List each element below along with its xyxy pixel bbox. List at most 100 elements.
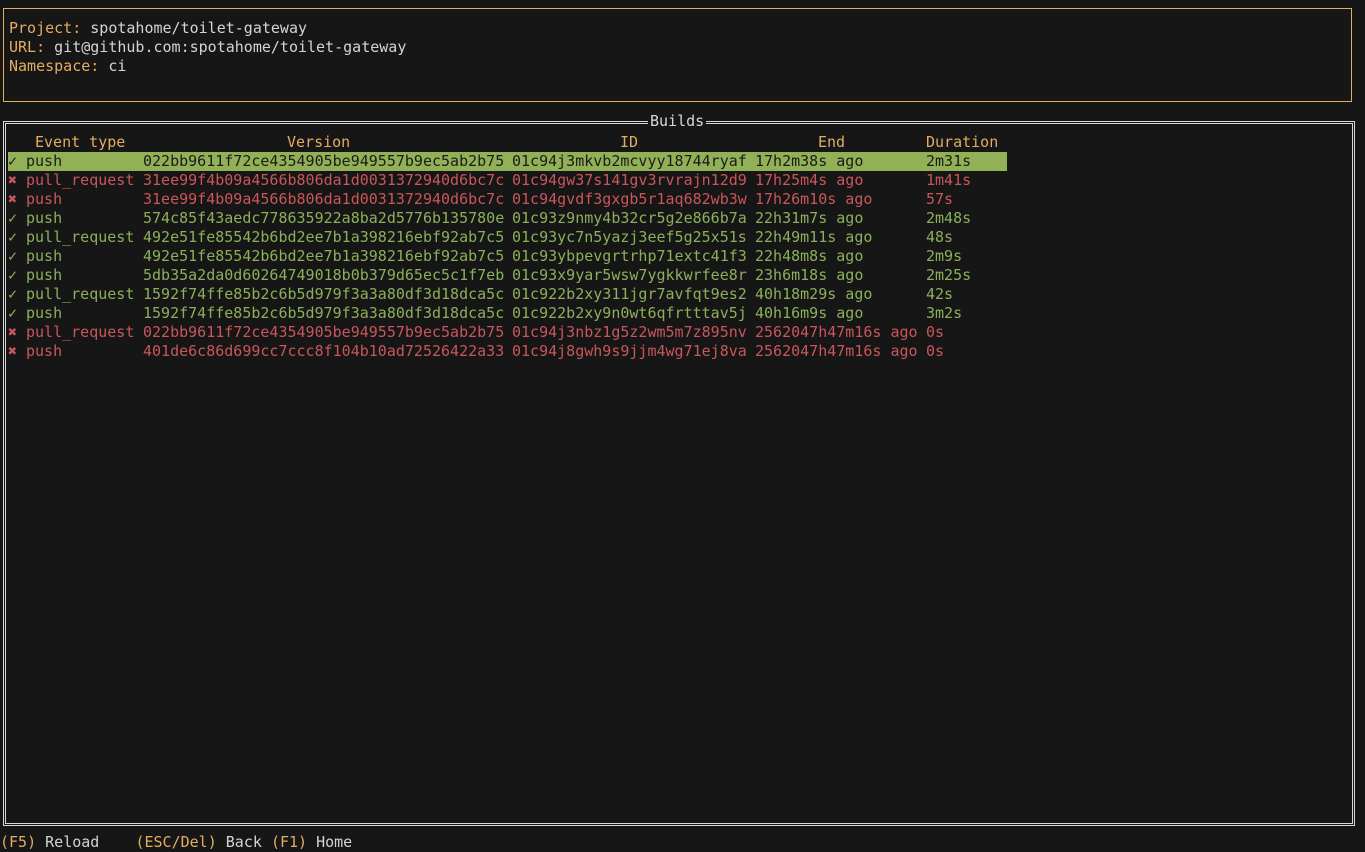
build-id: 01c94gw37s141gv3rvrajn12d9 bbox=[512, 171, 747, 189]
build-event-type: push bbox=[26, 190, 63, 208]
build-end: 17h2m38s ago bbox=[755, 152, 864, 170]
build-version: 1592f74ffe85b2c6b5d979f3a3a80df3d18dca5c bbox=[143, 304, 505, 322]
back-key[interactable]: (ESC/Del) bbox=[135, 833, 216, 851]
build-duration: 2m25s bbox=[926, 266, 972, 284]
build-row[interactable]: ✓ push 1592f74ffe85b2c6b5d979f3a3a80df3d18… bbox=[8, 304, 1007, 323]
build-event-type: push bbox=[26, 247, 63, 265]
build-row[interactable]: ✖ pull_request 31ee99f4b09a4566b806da1d003… bbox=[8, 171, 1007, 190]
build-status-icon: ✓ bbox=[8, 209, 18, 227]
build-event-type: push bbox=[26, 209, 63, 227]
build-event-type: push bbox=[26, 152, 63, 170]
build-event-type: push bbox=[26, 304, 63, 322]
build-version: 022bb9611f72ce4354905be949557b9ec5ab2b75 bbox=[143, 323, 505, 341]
build-row[interactable]: ✓ push 022bb9611f72ce4354905be949557b9ec5a… bbox=[8, 152, 1007, 171]
build-row[interactable]: ✖ pull_request 022bb9611f72ce4354905be9495… bbox=[8, 323, 1007, 342]
build-duration: 57s bbox=[926, 190, 954, 208]
build-id: 01c94j3mkvb2mcvyy18744ryaf bbox=[512, 152, 747, 170]
url-label: URL: bbox=[9, 38, 46, 56]
build-status-icon: ✓ bbox=[8, 285, 18, 303]
build-end: 23h6m18s ago bbox=[755, 266, 864, 284]
build-duration: 42s bbox=[926, 285, 954, 303]
build-event-type: pull_request bbox=[26, 171, 135, 189]
build-row[interactable]: ✓ pull_request 492e51fe85542b6bd2ee7b1a398… bbox=[8, 228, 1007, 247]
header-duration: Duration bbox=[926, 133, 999, 151]
build-duration: 3m2s bbox=[926, 304, 963, 322]
build-row[interactable]: ✖ push 31ee99f4b09a4566b806da1d0031372940d… bbox=[8, 190, 1007, 209]
build-id: 01c93z9nmy4b32cr5g2e866b7a bbox=[512, 209, 747, 227]
url-value: git@github.com:spotahome/toilet-gateway bbox=[54, 38, 407, 56]
build-status-icon: ✖ bbox=[8, 171, 18, 189]
build-status-icon: ✓ bbox=[8, 228, 18, 246]
home-key[interactable]: (F1) bbox=[271, 833, 307, 851]
home-action[interactable]: Home bbox=[316, 833, 352, 851]
project-line: Project: spotahome/toilet-gateway bbox=[9, 19, 307, 38]
build-end: 22h31m7s ago bbox=[755, 209, 864, 227]
build-version: 1592f74ffe85b2c6b5d979f3a3a80df3d18dca5c bbox=[143, 285, 505, 303]
build-row[interactable]: ✓ push 492e51fe85542b6bd2ee7b1a398216ebf92… bbox=[8, 247, 1007, 266]
build-status-icon: ✓ bbox=[8, 152, 18, 170]
build-end: 40h18m29s ago bbox=[755, 285, 873, 303]
build-row[interactable]: ✓ pull_request 1592f74ffe85b2c6b5d979f3a3a… bbox=[8, 285, 1007, 304]
build-end: 2562047h47m16s ago bbox=[755, 323, 918, 341]
reload-action[interactable]: Reload bbox=[45, 833, 99, 851]
build-version: 31ee99f4b09a4566b806da1d0031372940d6bc7c bbox=[143, 171, 505, 189]
build-duration: 48s bbox=[926, 228, 954, 246]
build-version: 492e51fe85542b6bd2ee7b1a398216ebf92ab7c5 bbox=[143, 228, 505, 246]
build-status-icon: ✓ bbox=[8, 247, 18, 265]
build-row[interactable]: ✖ push 401de6c86d699cc7ccc8f104b10ad725264… bbox=[8, 342, 1007, 361]
build-end: 17h25m4s ago bbox=[755, 171, 864, 189]
build-duration: 2m9s bbox=[926, 247, 963, 265]
build-id: 01c94j3nbz1g5z2wm5m7z895nv bbox=[512, 323, 747, 341]
build-status-icon: ✓ bbox=[8, 304, 18, 322]
build-duration: 0s bbox=[926, 323, 945, 341]
header-version: Version bbox=[287, 133, 351, 151]
build-duration: 2m48s bbox=[926, 209, 972, 227]
build-row[interactable]: ✓ push 5db35a2da0d60264749018b0b379d65ec5c… bbox=[8, 266, 1007, 285]
build-id: 01c94gvdf3gxgb5r1aq682wb3w bbox=[512, 190, 747, 208]
build-id: 01c93x9yar5wsw7ygkkwrfee8r bbox=[512, 266, 747, 284]
build-version: 574c85f43aedc778635922a8ba2d5776b135780e bbox=[143, 209, 505, 227]
build-end: 22h49m11s ago bbox=[755, 228, 873, 246]
build-status-icon: ✖ bbox=[8, 190, 18, 208]
back-action[interactable]: Back bbox=[226, 833, 262, 851]
build-event-type: push bbox=[26, 266, 63, 284]
reload-key[interactable]: (F5) bbox=[0, 833, 36, 851]
build-version: 401de6c86d699cc7ccc8f104b10ad72526422a33 bbox=[143, 342, 505, 360]
build-status-icon: ✖ bbox=[8, 342, 18, 360]
build-event-type: push bbox=[26, 342, 63, 360]
build-id: 01c94j8gwh9s9jjm4wg71ej8va bbox=[512, 342, 747, 360]
builds-title: Builds bbox=[648, 112, 707, 131]
namespace-line: Namespace: ci bbox=[9, 57, 126, 76]
build-id: 01c93yc7n5yazj3eef5g25x51s bbox=[512, 228, 747, 246]
header-event-type: Event type bbox=[35, 133, 126, 151]
builds-table-header: Event type Version ID End Duration bbox=[8, 133, 1008, 152]
build-status-icon: ✖ bbox=[8, 323, 18, 341]
build-status-icon: ✓ bbox=[8, 266, 18, 284]
builds-panel: Builds Event type Version ID End Duratio… bbox=[3, 112, 1355, 826]
project-info-panel: Project: spotahome/toilet-gateway URL: g… bbox=[3, 8, 1352, 102]
build-duration: 2m31s bbox=[926, 152, 972, 170]
project-label: Project: bbox=[9, 19, 82, 37]
build-event-type: pull_request bbox=[26, 323, 135, 341]
build-version: 5db35a2da0d60264749018b0b379d65ec5c1f7eb bbox=[143, 266, 505, 284]
build-row[interactable]: ✓ push 574c85f43aedc778635922a8ba2d5776b13… bbox=[8, 209, 1007, 228]
build-end: 17h26m10s ago bbox=[755, 190, 873, 208]
build-end: 2562047h47m16s ago bbox=[755, 342, 918, 360]
build-end: 40h16m9s ago bbox=[755, 304, 864, 322]
header-id: ID bbox=[620, 133, 639, 151]
build-end: 22h48m8s ago bbox=[755, 247, 864, 265]
build-id: 01c93ybpevgrtrhp71extc41f3 bbox=[512, 247, 747, 265]
build-id: 01c922b2xy9n0wt6qfrtttav5j bbox=[512, 304, 747, 322]
build-version: 492e51fe85542b6bd2ee7b1a398216ebf92ab7c5 bbox=[143, 247, 505, 265]
build-id: 01c922b2xy311jgr7avfqt9es2 bbox=[512, 285, 747, 303]
build-duration: 1m41s bbox=[926, 171, 972, 189]
url-line: URL: git@github.com:spotahome/toilet-gat… bbox=[9, 38, 406, 57]
build-duration: 0s bbox=[926, 342, 945, 360]
footer-keybindings: (F5) Reload (ESC/Del) Back (F1) Home bbox=[0, 833, 352, 852]
header-end: End bbox=[818, 133, 846, 151]
build-event-type: pull_request bbox=[26, 285, 135, 303]
build-version: 022bb9611f72ce4354905be949557b9ec5ab2b75 bbox=[143, 152, 505, 170]
namespace-value: ci bbox=[108, 57, 127, 75]
build-version: 31ee99f4b09a4566b806da1d0031372940d6bc7c bbox=[143, 190, 505, 208]
namespace-label: Namespace: bbox=[9, 57, 100, 75]
